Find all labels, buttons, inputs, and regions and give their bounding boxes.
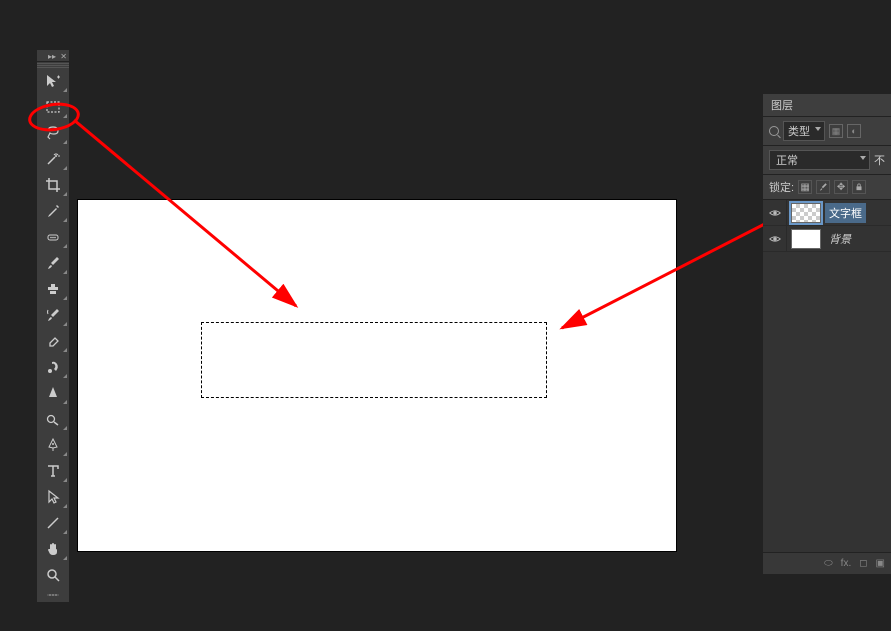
toolbar-divider [37, 588, 69, 602]
line-tool[interactable] [37, 510, 69, 536]
history-brush-tool[interactable] [37, 302, 69, 328]
layer-filter-row: 类型 ▦ ◐ [763, 117, 891, 146]
lock-position-icon[interactable]: ✥ [834, 180, 848, 194]
layer-thumbnail[interactable] [791, 229, 821, 249]
eyedropper-tool[interactable] [37, 198, 69, 224]
layer-list: 文字框 背景 [763, 200, 891, 552]
visibility-toggle[interactable] [763, 226, 787, 252]
lock-transparent-icon[interactable]: ▦ [798, 180, 812, 194]
crop-tool[interactable] [37, 172, 69, 198]
panel-footer: ⬭ fx. ◻ ▣ [763, 552, 891, 574]
layer-name[interactable]: 背景 [825, 229, 855, 249]
pen-tool[interactable] [37, 432, 69, 458]
path-selection-tool[interactable] [37, 484, 69, 510]
new-group-icon[interactable]: ▣ [876, 558, 885, 569]
lock-image-icon[interactable] [816, 180, 830, 194]
opacity-label: 不 [874, 152, 885, 168]
blend-mode-select[interactable]: 正常 [769, 150, 870, 170]
lock-label: 锁定: [769, 179, 794, 195]
layers-panel: 图层 类型 ▦ ◐ 正常 不 锁定: ▦ ✥ 文字框 [763, 94, 891, 574]
link-layers-icon[interactable]: ⬭ [824, 558, 833, 569]
hand-tool[interactable] [37, 536, 69, 562]
rectangular-marquee-tool[interactable] [37, 94, 69, 120]
tool-palette: ▸▸ ✕ [37, 50, 69, 602]
layer-thumbnail[interactable] [791, 203, 821, 223]
filter-adjust-icon[interactable]: ◐ [847, 124, 861, 138]
filter-pixel-icon[interactable]: ▦ [829, 124, 843, 138]
blend-mode-row: 正常 不 [763, 146, 891, 175]
brush-tool[interactable] [37, 250, 69, 276]
layer-kind-select[interactable]: 类型 [783, 121, 825, 141]
spot-healing-tool[interactable] [37, 224, 69, 250]
blur-tool[interactable] [37, 380, 69, 406]
search-icon[interactable] [769, 126, 779, 136]
lasso-tool[interactable] [37, 120, 69, 146]
magic-wand-tool[interactable] [37, 146, 69, 172]
layer-row-text-frame[interactable]: 文字框 [763, 200, 891, 226]
toolbar-collapse-icon[interactable]: ▸▸ [48, 52, 56, 61]
layers-tab[interactable]: 图层 [763, 94, 891, 117]
lock-row: 锁定: ▦ ✥ [763, 175, 891, 200]
zoom-tool[interactable] [37, 562, 69, 588]
move-tool[interactable] [37, 68, 69, 94]
gradient-tool[interactable] [37, 354, 69, 380]
dodge-tool[interactable] [37, 406, 69, 432]
layer-name[interactable]: 文字框 [825, 203, 866, 223]
layer-row-background[interactable]: 背景 [763, 226, 891, 252]
visibility-toggle[interactable] [763, 200, 787, 226]
type-tool[interactable] [37, 458, 69, 484]
lock-all-icon[interactable] [852, 180, 866, 194]
clone-stamp-tool[interactable] [37, 276, 69, 302]
layer-mask-icon[interactable]: ◻ [859, 558, 867, 569]
layer-fx-icon[interactable]: fx. [841, 558, 852, 569]
document-canvas[interactable] [78, 200, 676, 551]
toolbar-header: ▸▸ ✕ [37, 50, 69, 62]
toolbar-close-icon[interactable]: ✕ [60, 52, 67, 61]
eraser-tool[interactable] [37, 328, 69, 354]
